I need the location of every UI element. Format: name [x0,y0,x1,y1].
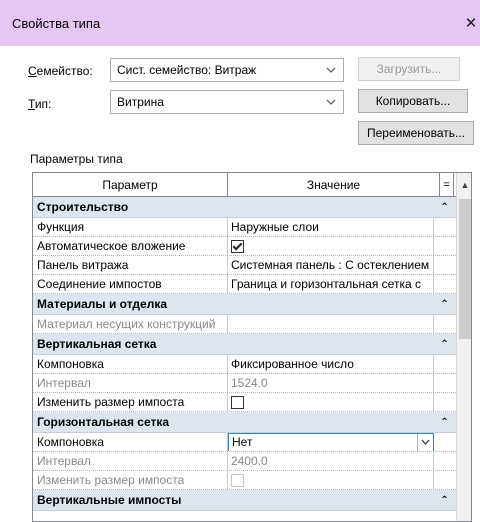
collapse-icon[interactable]: ⌃ [433,490,456,510]
table-row[interactable]: Изменить размер импоста [33,471,456,490]
table-row[interactable]: Компоновка Нет [33,433,456,452]
checkmark-icon [232,240,243,250]
close-icon[interactable]: ✕ [462,0,480,46]
resize-mullion-checkbox[interactable] [231,395,244,409]
group-horizontal-grid[interactable]: Горизонтальная сетка ⌃ [33,412,456,433]
vertical-scrollbar[interactable]: ▲ [456,173,471,521]
family-select[interactable]: Сист. семейство: Витраж [110,58,344,82]
collapse-icon[interactable]: ⌃ [433,334,456,354]
table-row[interactable]: Интервал 2400.0 [33,452,456,471]
layout-select-value: Нет [232,435,253,449]
chevron-down-icon [325,63,337,77]
collapse-icon[interactable]: ⌃ [433,412,456,432]
header-equals[interactable]: = [440,173,454,196]
table-row[interactable]: Функция Наружные слои [33,218,456,237]
grid-rows: Строительство ⌃ Функция Наружные слои Ав… [33,197,456,511]
param-value: Нет [228,433,434,451]
table-row[interactable]: Соединение импостов Граница и горизонтал… [33,275,456,294]
group-title: Вертикальная сетка [37,337,157,351]
param-value[interactable]: 1524.0 [228,374,434,392]
chevron-down-icon[interactable] [417,433,433,451]
table-row[interactable]: Интервал 1524.0 [33,374,456,393]
chevron-down-icon [325,95,337,109]
scroll-thumb[interactable] [459,199,471,339]
header-value[interactable]: Значение [228,173,440,196]
group-title: Вертикальные импосты [37,493,182,507]
group-construction[interactable]: Строительство ⌃ [33,197,456,218]
param-name: Функция [33,218,228,236]
group-title: Материалы и отделка [37,297,168,311]
table-row[interactable]: Автоматическое вложение [33,237,456,256]
rename-button[interactable]: Переименовать... [358,121,474,145]
family-select-value: Сист. семейство: Витраж [117,63,257,77]
table-row[interactable]: Материал несущих конструкций [33,315,456,334]
type-properties-dialog: Свойства типа ✕ Семейство: Сист. семейст… [0,0,480,522]
collapse-icon[interactable]: ⌃ [433,197,456,217]
copy-button[interactable]: Копировать... [358,89,468,113]
group-vertical-grid[interactable]: Вертикальная сетка ⌃ [33,334,456,355]
param-value[interactable] [228,315,434,333]
group-vertical-mullions[interactable]: Вертикальные импосты ⌃ [33,490,456,511]
param-name: Изменить размер импоста [33,393,228,411]
param-value[interactable]: 2400.0 [228,452,434,470]
param-value[interactable]: Системная панель : С остеклением [228,256,434,274]
header-parameter[interactable]: Параметр [33,173,228,196]
param-value [228,393,434,411]
param-name: Изменить размер импоста [33,471,228,489]
param-name: Компоновка [33,355,228,373]
group-title: Горизонтальная сетка [37,415,170,429]
param-name: Панель витража [33,256,228,274]
type-select-value: Витрина [117,95,164,109]
family-label: Семейство: [28,64,93,78]
param-name: Компоновка [33,433,228,451]
group-materials[interactable]: Материалы и отделка ⌃ [33,294,456,315]
table-row[interactable]: Компоновка Фиксированное число [33,355,456,374]
title-bar[interactable]: Свойства типа ✕ [0,0,480,46]
param-value[interactable]: Наружные слои [228,218,434,236]
auto-embed-checkbox[interactable] [231,239,244,253]
table-row[interactable]: Панель витража Системная панель : С осте… [33,256,456,275]
param-name: Интервал [33,452,228,470]
layout-select[interactable]: Нет [228,433,434,451]
param-value [228,471,434,489]
table-row[interactable]: Изменить размер импоста [33,393,456,412]
param-value[interactable]: Граница и горизонтальная сетка с [228,275,434,293]
grid-header: Параметр Значение = [33,173,456,197]
param-value[interactable]: Фиксированное число [228,355,434,373]
param-name: Материал несущих конструкций [33,315,228,333]
scroll-up-icon[interactable]: ▲ [457,173,471,197]
param-name: Соединение импостов [33,275,228,293]
type-label: Тип: [28,97,52,111]
param-value [228,237,434,255]
collapse-icon[interactable]: ⌃ [433,294,456,314]
param-name: Интервал [33,374,228,392]
dialog-title: Свойства типа [12,15,101,31]
param-name: Автоматическое вложение [33,237,228,255]
group-title: Строительство [37,200,129,214]
type-select[interactable]: Витрина [110,90,344,114]
parameters-grid: Параметр Значение = Строительство ⌃ Функ… [32,172,472,522]
resize-mullion-checkbox[interactable] [231,473,244,487]
load-button[interactable]: Загрузить... [358,57,460,81]
type-parameters-label: Параметры типа [30,152,123,166]
